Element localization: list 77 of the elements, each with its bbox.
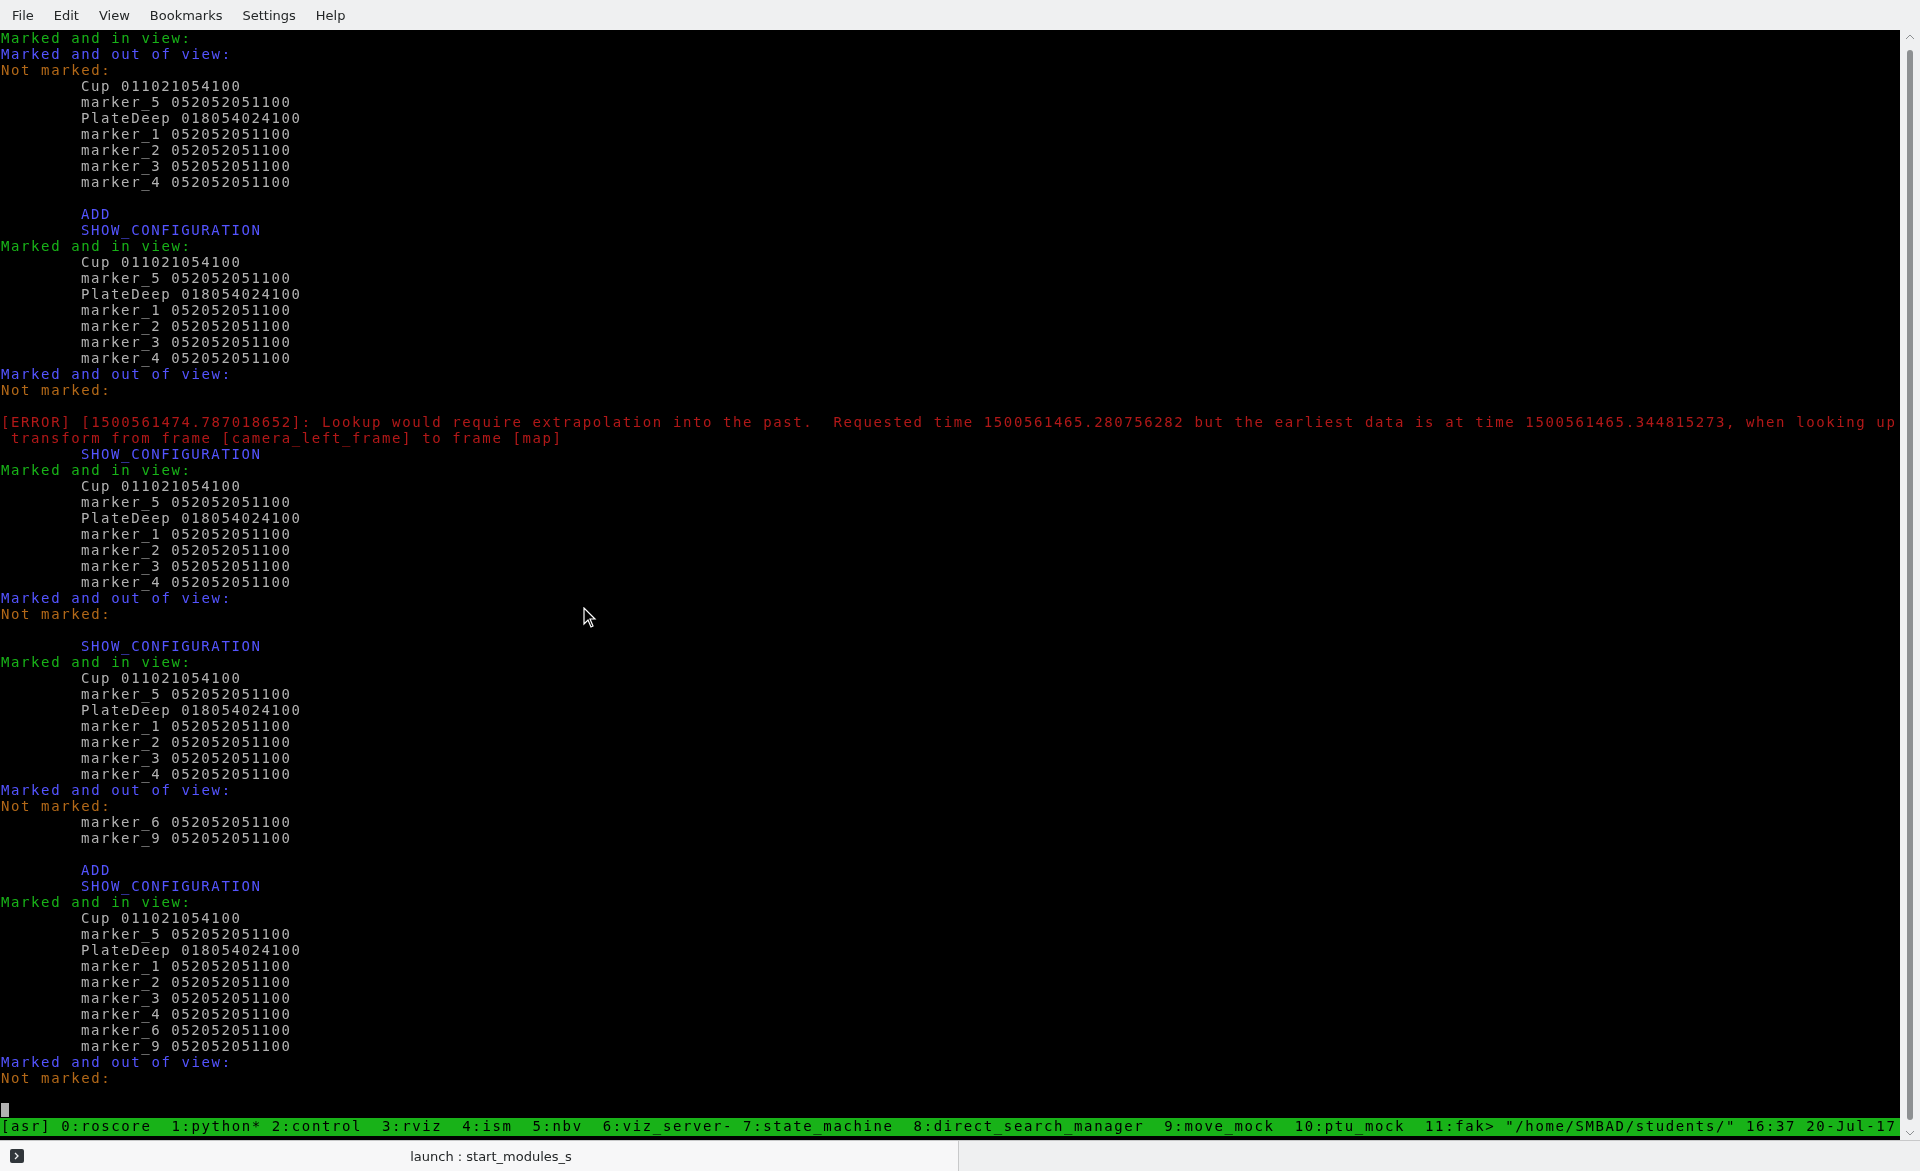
terminal-line: Not marked: — [0, 1070, 112, 1086]
terminal-line: Marked and in view: — [0, 238, 192, 254]
terminal-line: Cup 011021054100 — [80, 254, 242, 270]
terminal-line: Marked and in view: — [0, 894, 192, 910]
terminal-line: Not marked: — [0, 606, 112, 622]
terminal-line: marker_2 052052051100 — [80, 318, 292, 334]
terminal-line: ADD — [80, 862, 112, 878]
terminal-line: SHOW_CONFIGURATION — [80, 638, 262, 654]
terminal-line: marker_2 052052051100 — [80, 734, 292, 750]
scroll-up-icon[interactable] — [1905, 34, 1915, 40]
terminal-line: Marked and in view: — [0, 462, 192, 478]
terminal-line: Not marked: — [0, 62, 112, 78]
terminal-line: PlateDeep 018054024100 — [80, 110, 302, 126]
terminal-line: marker_3 052052051100 — [80, 990, 292, 1006]
terminal-line: marker_5 052052051100 — [80, 94, 292, 110]
terminal-line: marker_5 052052051100 — [80, 926, 292, 942]
menu-item[interactable]: Help — [305, 7, 356, 23]
terminal-line: PlateDeep 018054024100 — [80, 286, 302, 302]
menu-item[interactable]: File — [2, 7, 44, 23]
mouse-pointer-icon — [583, 607, 597, 629]
session-tab[interactable]: launch : start_modules_s — [0, 1141, 959, 1171]
menu-item[interactable]: Edit — [43, 7, 89, 23]
terminal-line: Not marked: — [0, 798, 112, 814]
terminal-line: marker_6 052052051100 — [80, 1022, 292, 1038]
terminal-line: Cup 011021054100 — [80, 78, 242, 94]
terminal-line: marker_5 052052051100 — [80, 270, 292, 286]
terminal-line: marker_1 052052051100 — [80, 526, 292, 542]
menu-item[interactable]: Settings — [232, 7, 306, 23]
scrollbar-thumb[interactable] — [1907, 50, 1913, 1120]
terminal-line: Cup 011021054100 — [80, 910, 242, 926]
terminal-line: marker_1 052052051100 — [80, 126, 292, 142]
terminal-line: Cup 011021054100 — [80, 478, 242, 494]
terminal-line: marker_3 052052051100 — [80, 334, 292, 350]
terminal-line: marker_6 052052051100 — [80, 814, 292, 830]
terminal-line: PlateDeep 018054024100 — [80, 942, 302, 958]
terminal-line: PlateDeep 018054024100 — [80, 702, 302, 718]
terminal-line: [ERROR] [1500561474.787018652]: Lookup would require extrapolation into the past. Requested time 1500561465.280756282 but the earliest data is at time 1500561465.344815273, when looking up — [0, 414, 1897, 430]
scrollbar[interactable] — [1900, 30, 1920, 1140]
terminal-line: marker_5 052052051100 — [80, 494, 292, 510]
terminal-line: marker_1 052052051100 — [80, 718, 292, 734]
terminal-line: marker_2 052052051100 — [80, 974, 292, 990]
terminal-line: marker_3 052052051100 — [80, 158, 292, 174]
terminal-line: Marked and in view: — [0, 30, 192, 46]
terminal-line: marker_4 052052051100 — [80, 174, 292, 190]
terminal-line: marker_9 052052051100 — [80, 830, 292, 846]
terminal-line: Cup 011021054100 — [80, 670, 242, 686]
terminal-line: marker_1 052052051100 — [80, 958, 292, 974]
terminal-line: SHOW_CONFIGURATION — [80, 446, 262, 462]
terminal-line: marker_4 052052051100 — [80, 766, 292, 782]
terminal-line: marker_3 052052051100 — [80, 558, 292, 574]
terminal-line: marker_3 052052051100 — [80, 750, 292, 766]
terminal-line: marker_4 052052051100 — [80, 1006, 292, 1022]
terminal-line: SHOW_CONFIGURATION — [80, 878, 262, 894]
terminal-line: Marked and out of view: — [0, 46, 232, 62]
terminal-line: Marked and in view: — [0, 654, 192, 670]
terminal-icon — [10, 1149, 24, 1163]
terminal-line: marker_2 052052051100 — [80, 542, 292, 558]
terminal-line: marker_9 052052051100 — [80, 1038, 292, 1054]
terminal-line: Not marked: — [0, 382, 112, 398]
terminal-line: marker_4 052052051100 — [80, 574, 292, 590]
menu-item[interactable]: Bookmarks — [139, 7, 233, 23]
terminal-line: ADD — [80, 206, 112, 222]
terminal-line: Marked and out of view: — [0, 1054, 232, 1070]
terminal-line: transform from frame [camera_left_frame] to frame [map] — [10, 430, 563, 446]
terminal-line: marker_2 052052051100 — [80, 142, 292, 158]
terminal-line: PlateDeep 018054024100 — [80, 510, 302, 526]
status-bar: [asr] 0:roscore 1:python* 2:control 3:rviz 4:ism 5:nbv 6:viz_server- 7:state_machine 8:direct_search_manager 9:move_mock 10:ptu_mock 11:fak> "/home/SMBAD/students/" 16:37 20-Jul-17 — [0, 1118, 1900, 1136]
terminal-line: Marked and out of view: — [0, 590, 232, 606]
text-cursor — [1, 1103, 9, 1117]
scroll-down-icon[interactable] — [1905, 1130, 1915, 1136]
terminal-line: marker_5 052052051100 — [80, 686, 292, 702]
terminal-line: SHOW_CONFIGURATION — [80, 222, 262, 238]
terminal-line: marker_4 052052051100 — [80, 350, 292, 366]
terminal-line: Marked and out of view: — [0, 782, 232, 798]
terminal-line: Marked and out of view: — [0, 366, 232, 382]
menu-item[interactable]: View — [88, 7, 140, 23]
terminal-line: marker_1 052052051100 — [80, 302, 292, 318]
